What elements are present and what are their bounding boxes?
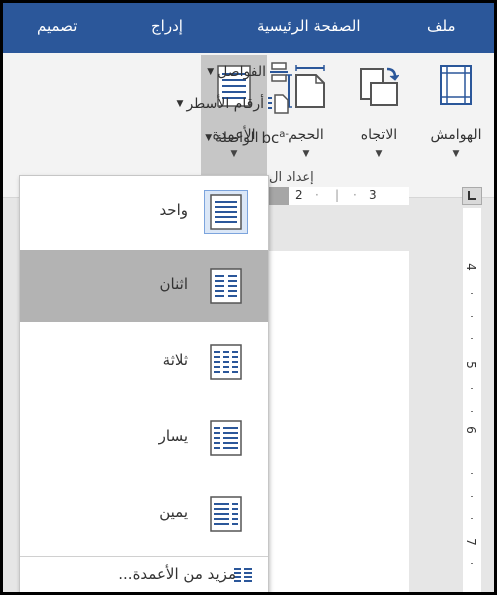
ruler-tick — [471, 496, 473, 497]
margins-icon — [440, 65, 472, 105]
ruler-tick — [471, 293, 473, 294]
word-window: ملف الصفحة الرئيسية إدراج تصميم الهوامش … — [0, 0, 497, 595]
columns-option-three[interactable]: ثلاثة — [20, 326, 268, 398]
document-page[interactable] — [269, 251, 409, 592]
hyphenation-button[interactable]: bca- الواصلة ▼ — [205, 125, 289, 151]
chevron-down-icon: ▼ — [375, 149, 383, 159]
line-numbers-button[interactable]: أرقام الأسطر ▼ — [177, 91, 289, 117]
ribbon-tab-bar: ملف الصفحة الرئيسية إدراج تصميم — [3, 3, 494, 53]
ruler-tick — [471, 473, 473, 474]
columns-option-one[interactable]: واحد — [20, 176, 268, 248]
ruler-tick-label: 5 — [463, 361, 478, 369]
option-label: يمين — [159, 503, 188, 521]
ruler-tick: · — [315, 188, 319, 202]
tab-insert[interactable]: إدراج — [151, 17, 183, 35]
tab-file[interactable]: ملف — [427, 17, 456, 35]
line-numbers-icon — [268, 94, 289, 114]
margins-button[interactable]: الهوامش ▼ — [421, 55, 491, 167]
orientation-button[interactable]: الاتجاه ▼ — [344, 55, 414, 167]
ruler-tick-label: 7 — [463, 538, 478, 546]
tab-home[interactable]: الصفحة الرئيسية — [257, 17, 361, 35]
page-size-icon — [286, 65, 325, 108]
ruler-tick-label: 2 — [295, 188, 303, 202]
ruler-tick-label: 6 — [463, 426, 478, 434]
breaks-label: الفواصل — [217, 64, 266, 80]
ruler-tick: | — [335, 188, 340, 202]
chevron-down-icon: ▼ — [176, 99, 184, 109]
right-column-icon — [204, 492, 248, 536]
orientation-label: الاتجاه — [360, 127, 398, 143]
left-column-icon — [204, 416, 248, 460]
columns-option-right[interactable]: يمين — [20, 478, 268, 550]
option-label: واحد — [159, 201, 188, 219]
chevron-down-icon: ▼ — [205, 133, 213, 143]
horizontal-ruler: 2 · | · 3 — [269, 187, 409, 205]
columns-option-two[interactable]: اثنان — [20, 250, 268, 322]
more-columns-icon — [234, 568, 252, 582]
option-label: ثلاثة — [162, 351, 188, 369]
columns-dropdown-menu: واحد اثنان ثلاثة يسار يمين مزيد من الأعم… — [19, 175, 269, 592]
three-columns-icon — [204, 340, 248, 384]
ruler-tick — [471, 388, 473, 389]
more-columns-label: مزيد من الأعمدة... — [118, 565, 236, 583]
ruler-margin-area — [269, 187, 289, 205]
chevron-down-icon: ▼ — [452, 149, 460, 159]
option-label: اثنان — [159, 275, 188, 293]
tab-selector-button[interactable] — [462, 187, 482, 205]
ruler-tick: · — [353, 188, 357, 202]
left-tab-icon — [468, 191, 476, 200]
ruler-tick — [471, 518, 473, 519]
hyphenation-icon: bca- — [261, 129, 289, 147]
ruler-tick — [471, 338, 473, 339]
tab-design[interactable]: تصميم — [37, 17, 77, 35]
chevron-down-icon: ▼ — [207, 67, 215, 77]
ruler-tick-label: 4 — [463, 263, 478, 271]
vertical-ruler: 4 5 6 7 — [463, 208, 481, 592]
more-columns-button[interactable]: مزيد من الأعمدة... — [20, 556, 268, 592]
margins-label: الهوامش — [430, 127, 482, 143]
orientation-icon — [360, 67, 399, 106]
line-numbers-label: أرقام الأسطر — [186, 96, 264, 112]
two-columns-icon — [204, 264, 248, 308]
breaks-icon — [270, 62, 288, 82]
ruler-tick — [471, 411, 473, 412]
columns-option-left[interactable]: يسار — [20, 402, 268, 474]
hyphenation-label: الواصلة — [215, 130, 259, 146]
option-label: يسار — [158, 427, 188, 445]
breaks-button[interactable]: الفواصل ▼ — [207, 59, 289, 85]
ruler-tick-label: 3 — [369, 188, 377, 202]
ruler-tick — [471, 316, 473, 317]
ruler-tick — [471, 563, 473, 564]
one-column-icon — [204, 190, 248, 234]
page-setup-group-label: إعداد ال — [269, 170, 314, 185]
